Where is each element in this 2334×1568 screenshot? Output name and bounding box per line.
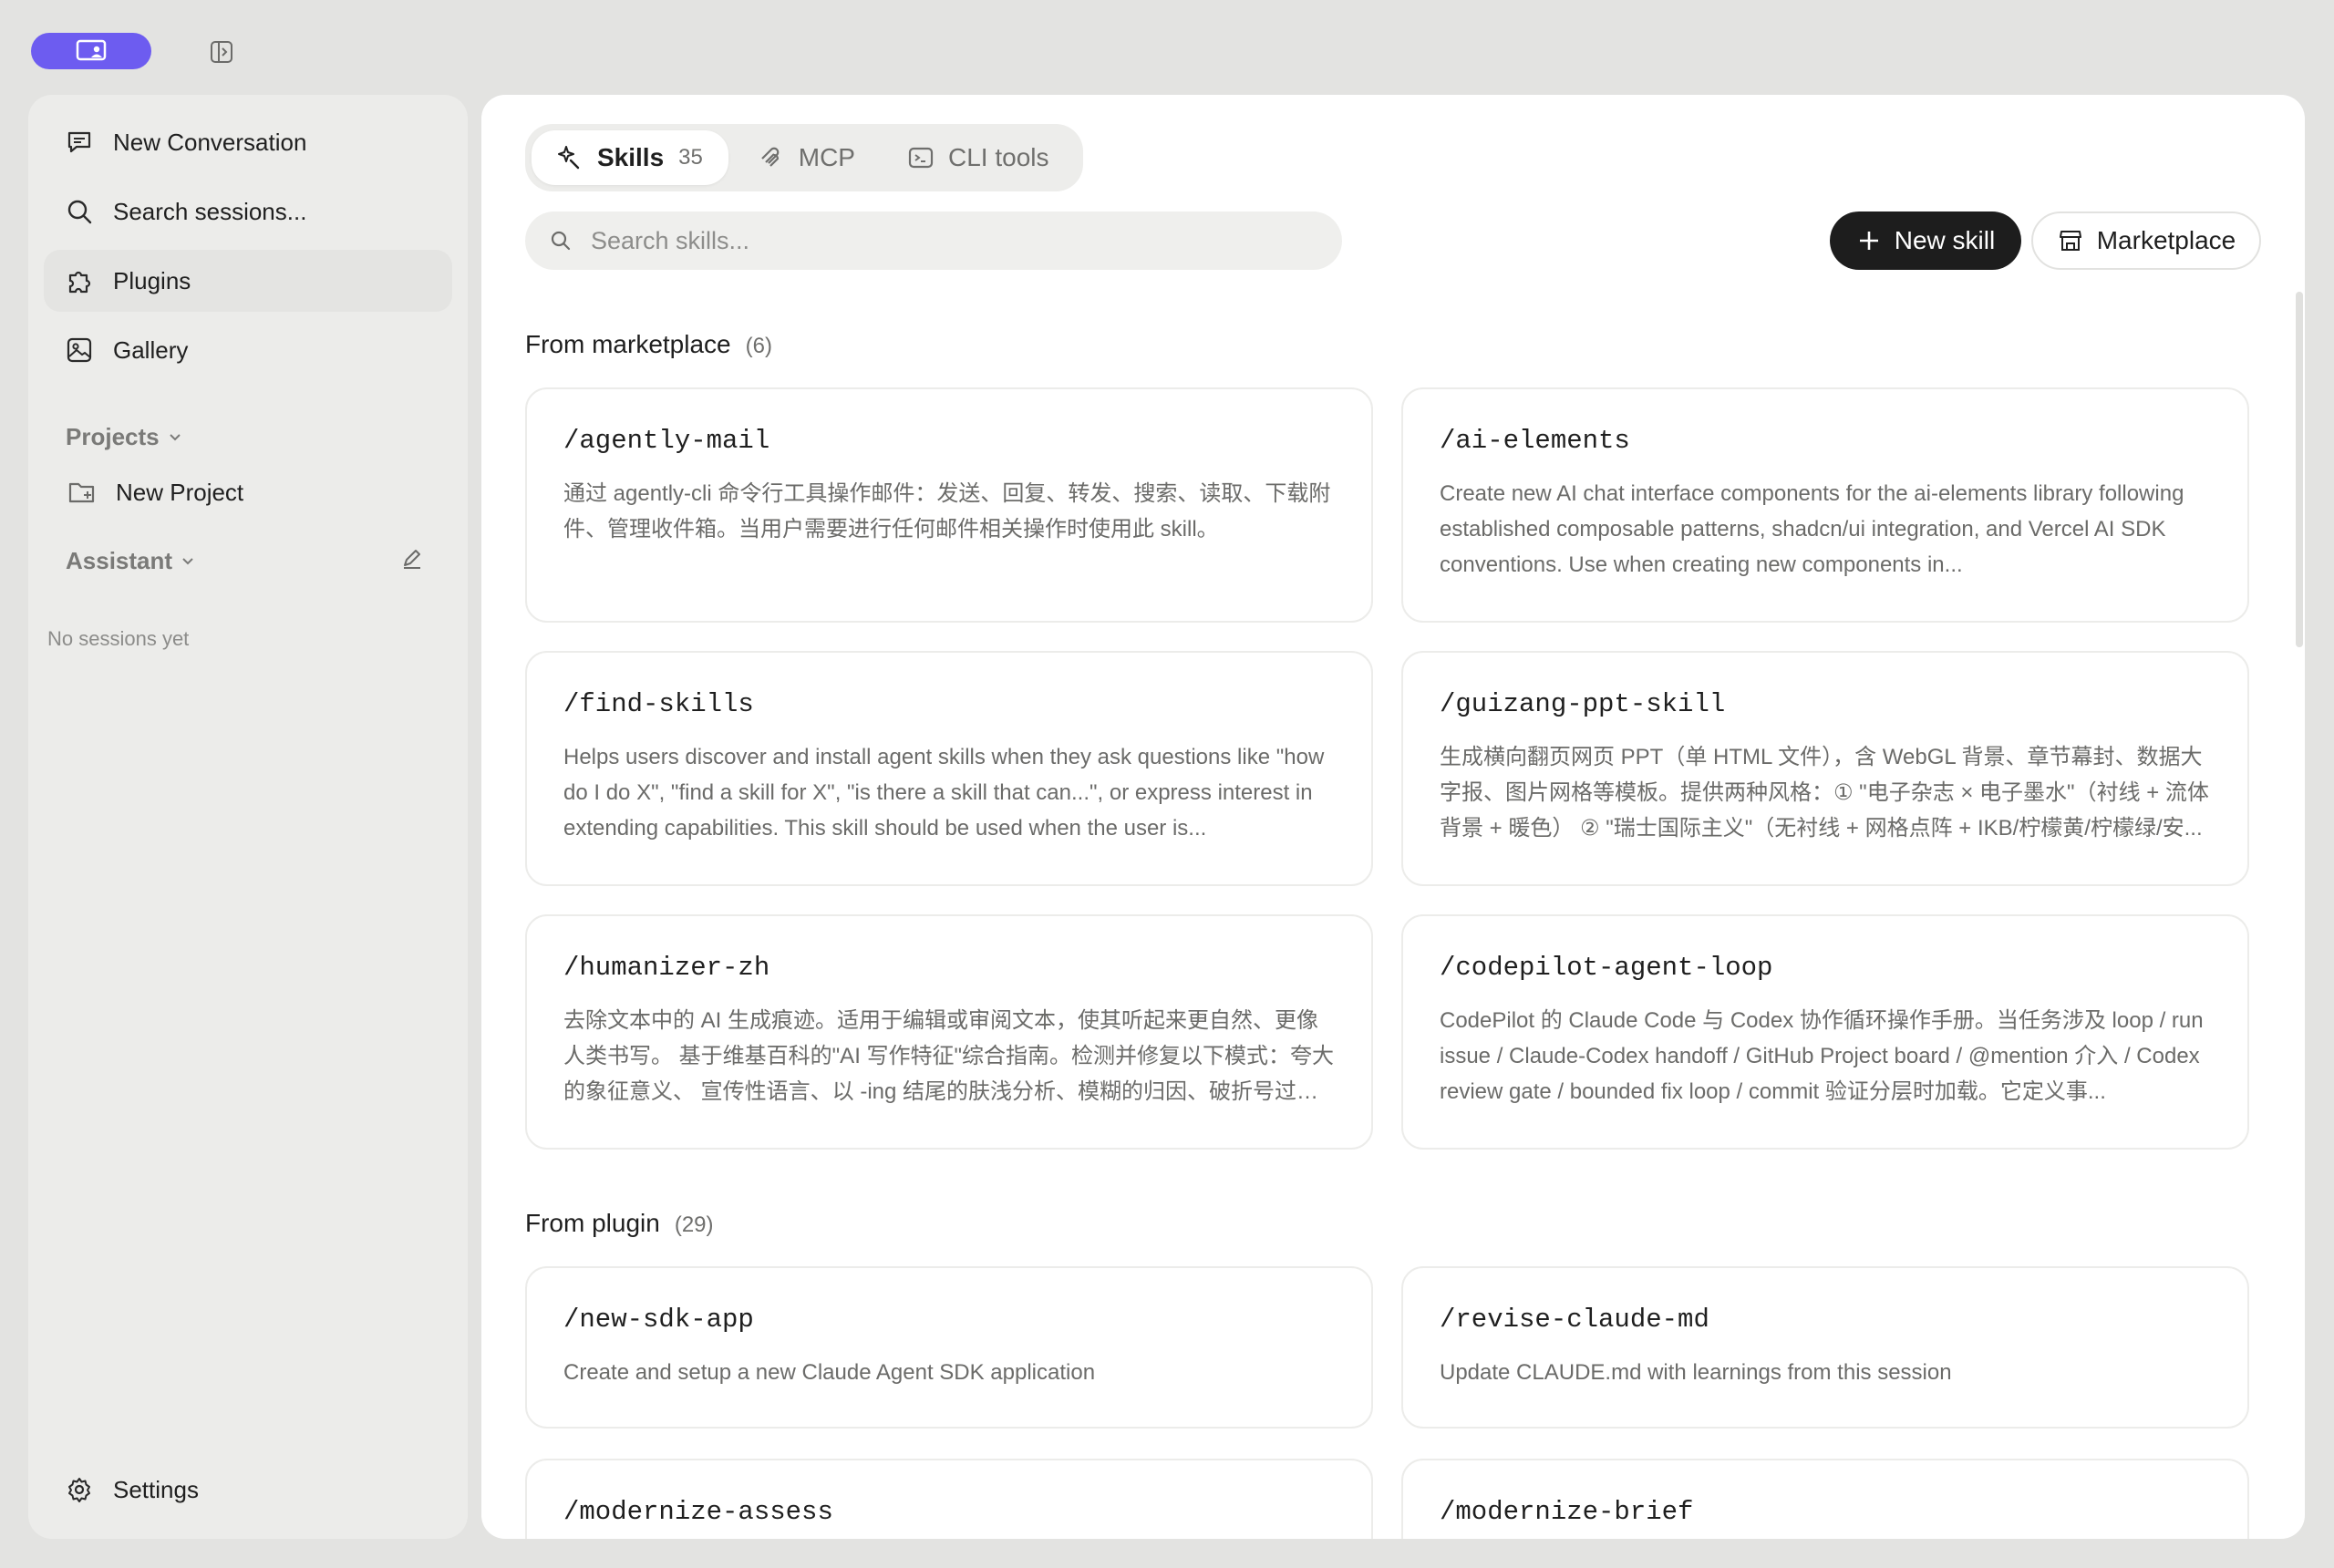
skill-name: /ai-elements (1440, 426, 1630, 456)
sidebar-toggle-button[interactable] (208, 38, 235, 66)
edit-icon[interactable] (400, 547, 424, 571)
marketplace-label: Marketplace (2096, 226, 2236, 254)
marketplace-button[interactable]: Marketplace (2031, 211, 2261, 270)
skill-card[interactable]: /codepilot-agent-loop CodePilot 的 Claude… (1401, 914, 2249, 1150)
sidebar-item-label: New Conversation (113, 128, 307, 156)
chevron-down-icon (169, 433, 181, 440)
store-icon (2057, 227, 2084, 254)
sidebar-item-label: Plugins (113, 266, 191, 294)
new-skill-button[interactable]: New skill (1830, 211, 2021, 270)
skill-name: /humanizer-zh (563, 953, 770, 983)
tab-count: 35 (678, 145, 703, 170)
skill-card[interactable]: /modernize-brief (1401, 1459, 2249, 1539)
tab-label: CLI tools (948, 143, 1049, 171)
mcp-icon (757, 143, 786, 172)
skill-card[interactable]: /ai-elements Create new AI chat interfac… (1401, 387, 2249, 623)
app-window: New Conversation Search sessions... Plug… (0, 0, 2334, 1568)
tab-label: Skills (597, 143, 665, 171)
projects-section-toggle[interactable]: Projects (66, 423, 183, 451)
skill-description: Update CLAUDE.md with learnings from thi… (1440, 1360, 1952, 1385)
gear-icon (64, 1474, 95, 1505)
new-skill-label: New skill (1894, 226, 1996, 254)
skill-description: Create new AI chat interface components … (1440, 481, 2184, 577)
skill-description: 通过 agently-cli 命令行工具操作邮件：发送、回复、转发、搜索、读取、… (563, 481, 1331, 542)
skill-card[interactable]: /find-skills Helps users discover and in… (525, 651, 1373, 886)
group-title-text: From plugin (525, 1209, 660, 1237)
search-icon (547, 227, 574, 254)
projects-label: Projects (66, 423, 160, 450)
new-project-label: New Project (116, 478, 244, 506)
new-project-button[interactable]: New Project (46, 461, 455, 523)
skill-description: CodePilot 的 Claude Code 与 Codex 协作循环操作手册… (1440, 1008, 2204, 1104)
top-bar (0, 0, 2334, 95)
folder-plus-icon (67, 477, 98, 508)
sidebar-item-search[interactable]: Search sessions... (44, 181, 452, 242)
chevron-down-icon (182, 557, 193, 564)
main-panel: Skills 35 MCP CLI tools Search skills...… (481, 95, 2305, 1539)
skill-card[interactable]: /guizang-ppt-skill 生成横向翻页网页 PPT（单 HTML 文… (1401, 651, 2249, 886)
sidebar: New Conversation Search sessions... Plug… (28, 95, 468, 1539)
skill-name: /codepilot-agent-loop (1440, 953, 1773, 983)
sidebar-item-label: Gallery (113, 335, 189, 364)
tab-skills[interactable]: Skills 35 (532, 130, 728, 185)
settings-label: Settings (113, 1475, 199, 1503)
sidebar-item-new-conversation[interactable]: New Conversation (44, 111, 452, 173)
search-input[interactable] (591, 226, 1320, 255)
assistant-section-toggle[interactable]: Assistant (66, 547, 196, 575)
skill-name: /find-skills (563, 689, 754, 719)
puzzle-icon (64, 265, 95, 296)
group-title-marketplace: From marketplace (6) (525, 330, 772, 359)
skill-name: /revise-claude-md (1440, 1305, 1709, 1335)
search-icon (64, 196, 95, 227)
settings-button[interactable]: Settings (44, 1459, 452, 1521)
no-sessions-text: No sessions yet (47, 627, 190, 650)
skill-card[interactable]: /new-sdk-app Create and setup a new Clau… (525, 1266, 1373, 1429)
group-title-plugin: From plugin (29) (525, 1209, 714, 1238)
monitor-user-icon (76, 39, 107, 61)
scrollbar-thumb[interactable] (2296, 292, 2303, 647)
group-count: (6) (745, 334, 772, 358)
skill-description: Create and setup a new Claude Agent SDK … (563, 1360, 1096, 1385)
terminal-icon (906, 143, 935, 172)
sidebar-item-plugins[interactable]: Plugins (44, 250, 452, 312)
skill-name: /guizang-ppt-skill (1440, 689, 1726, 719)
skill-card[interactable]: /humanizer-zh 去除文本中的 AI 生成痕迹。适用于编辑或审阅文本，… (525, 914, 1373, 1150)
tab-mcp[interactable]: MCP (733, 130, 879, 185)
message-square-icon (64, 127, 95, 158)
sidebar-item-label: Search sessions... (113, 197, 307, 225)
skill-card[interactable]: /modernize-assess (525, 1459, 1373, 1539)
assistant-label: Assistant (66, 547, 173, 574)
skill-name: /modernize-brief (1440, 1497, 1694, 1527)
skill-description: 去除文本中的 AI 生成痕迹。适用于编辑或审阅文本，使其听起来更自然、更像人类书… (563, 1008, 1335, 1104)
skill-name: /agently-mail (563, 426, 770, 456)
sparkle-icon (555, 143, 584, 172)
sidebar-item-gallery[interactable]: Gallery (44, 319, 452, 381)
skill-card[interactable]: /agently-mail 通过 agently-cli 命令行工具操作邮件：发… (525, 387, 1373, 623)
skill-name: /new-sdk-app (563, 1305, 754, 1335)
plus-icon (1856, 228, 1882, 253)
skill-description: Helps users discover and install agent s… (563, 745, 1325, 841)
panel-left-icon (211, 41, 232, 63)
group-count: (29) (674, 1212, 714, 1237)
skill-search-box[interactable] (525, 211, 1342, 270)
tab-bar: Skills 35 MCP CLI tools (525, 124, 1083, 191)
tab-cli-tools[interactable]: CLI tools (883, 130, 1076, 185)
skill-description: 生成横向翻页网页 PPT（单 HTML 文件），含 WebGL 背景、章节幕封、… (1440, 745, 2209, 841)
image-icon (64, 335, 95, 366)
skill-name: /modernize-assess (563, 1497, 833, 1527)
tab-label: MCP (798, 143, 855, 171)
group-title-text: From marketplace (525, 330, 731, 358)
skill-card[interactable]: /revise-claude-md Update CLAUDE.md with … (1401, 1266, 2249, 1429)
workspace-mode-button[interactable] (31, 33, 151, 69)
